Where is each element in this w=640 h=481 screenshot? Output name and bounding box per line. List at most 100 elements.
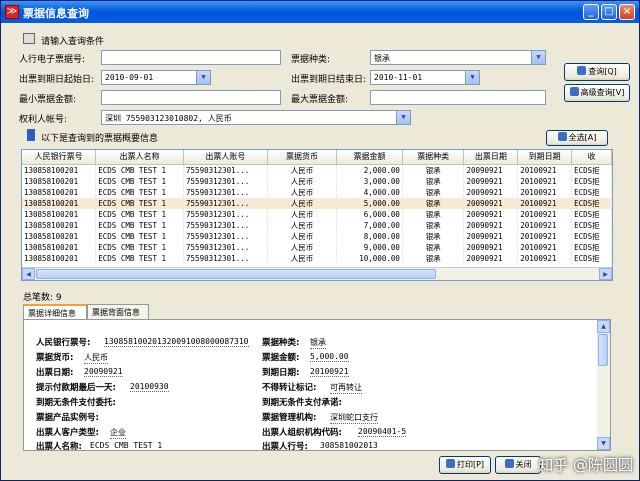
col-header[interactable]: 票据金额 [336,150,403,165]
prompt-date-label: 提示付款期最后一天: [36,383,116,393]
drawer-name-value: ECDS CMB TEST 1 [90,441,163,450]
col-header[interactable]: 出票人账号 [183,150,268,165]
vertical-scrollbar[interactable]: ▲ ▼ [597,320,610,450]
table-row[interactable]: 130858100201 ECDS CMB TEST 1 75590312301..… [22,208,612,220]
table-cell: 银承 [402,230,465,242]
table-cell: ECDS拒 [571,252,612,264]
drawer-bank-value: 308581002013 [320,441,378,450]
table-cell: 人民币 [267,164,338,176]
issue-start-label: 出票到期日起始日: [19,75,95,85]
col-header[interactable]: 出票人名称 [95,150,185,165]
table-cell: 20090921 [463,241,519,253]
table-cell: 人民币 [267,208,338,220]
query-button[interactable]: 查询[Q] [564,63,630,81]
table-cell: 银承 [402,186,465,198]
col-header[interactable]: 收 [571,150,612,165]
table-row[interactable]: 130858100201 ECDS CMB TEST 1 75590312301..… [22,175,612,187]
select-all-button[interactable]: 全选[A] [546,130,608,146]
table-row[interactable]: 130858100201 ECDS CMB TEST 1 75590312301..… [22,219,612,231]
unconditional-promise-label: 到期无条件支付承诺: [262,398,342,408]
query-button-label: 查询[Q] [588,67,617,76]
table-cell: ECDS拒 [571,197,612,209]
table-cell: 9,000.00 [336,241,403,253]
table-cell: 4,000.00 [336,186,403,198]
min-amount-input[interactable] [101,90,281,105]
table-cell: 20090921 [463,230,519,242]
detail-bill-type-label: 票据种类: [262,338,300,348]
table-cell: 75590312301... [183,208,268,220]
chevron-down-icon[interactable]: ▼ [396,111,410,124]
print-button[interactable]: 打印[P] [439,456,491,474]
table-cell: 人民币 [267,241,338,253]
table-cell: 人民币 [267,175,338,187]
table-row[interactable]: 130858100201 ECDS CMB TEST 1 75590312301..… [22,186,612,198]
table-cell: 银承 [402,164,465,176]
scroll-thumb[interactable] [36,269,436,279]
table-cell: 20100921 [517,208,573,220]
table-cell: 130858100201 [22,252,97,264]
currency-label: 票据货币: [36,353,74,363]
max-amount-input[interactable] [370,90,546,105]
chevron-down-icon[interactable]: ▼ [196,71,210,84]
table-cell: 20090921 [463,219,519,231]
col-header[interactable]: 到期日期 [517,150,573,165]
table-header-row: 人民银行票号 出票人名称 出票人账号 票据货币 票据金额 票据种类 出票日期 到… [22,150,612,165]
table-cell: ECDS CMB TEST 1 [95,241,185,253]
bill-no-input[interactable] [101,50,281,65]
bank-bill-no-value: 130858100201320091008000087310 [104,337,249,347]
table-row[interactable]: 130858100201 ECDS CMB TEST 1 75590312301..… [22,230,612,242]
table-cell: 银承 [402,175,465,187]
table-row[interactable]: 130858100201 ECDS CMB TEST 1 75590312301..… [22,252,612,264]
table-cell: 20090921 [463,197,519,209]
table-cell: 20100921 [517,164,573,176]
results-table: 人民银行票号 出票人名称 出票人账号 票据货币 票据金额 票据种类 出票日期 到… [21,149,613,281]
table-cell: 人民币 [267,197,338,209]
scroll-up-icon[interactable]: ▲ [597,320,610,333]
table-cell: 2,000.00 [336,164,403,176]
due-end-date[interactable]: 2010-11-01 ▼ [370,70,480,85]
search-icon [577,66,587,75]
horizontal-scrollbar[interactable]: ◀ ▶ [22,267,612,280]
scroll-right-icon[interactable]: ▶ [599,268,612,280]
chevron-down-icon[interactable]: ▼ [531,51,545,64]
bill-type-select[interactable]: 银承 ▼ [370,50,546,65]
close-button[interactable]: 关闭 [495,456,541,474]
table-cell: 银承 [402,208,465,220]
chevron-down-icon[interactable]: ▼ [465,71,479,84]
table-cell: ECDS拒 [571,208,612,220]
due-date-value: 20100921 [310,367,349,377]
table-cell: 75590312301... [183,186,268,198]
table-cell: 75590312301... [183,197,268,209]
tab-back-info[interactable]: 票据背面信息 [87,304,149,319]
scroll-thumb[interactable] [598,334,608,366]
col-header[interactable]: 人民银行票号 [22,150,97,165]
table-cell: 10,000.00 [336,252,403,264]
tab-detail-info[interactable]: 票据详细信息 [23,304,87,320]
table-cell: 130858100201 [22,186,97,198]
account-select[interactable]: 深圳 755903123010802, 人民币 ▼ [101,110,411,125]
table-row[interactable]: 130858100201 ECDS CMB TEST 1 75590312301..… [22,241,612,253]
minimize-button[interactable]: _ [583,4,599,20]
table-cell: 75590312301... [183,230,268,242]
scroll-left-icon[interactable]: ◀ [22,268,35,280]
total-count: 总笔数: 9 [23,293,62,303]
checkbox-icon [557,132,567,141]
col-header[interactable]: 出票日期 [463,150,519,165]
issue-date-value: 20090921 [84,367,123,377]
table-cell: ECDS CMB TEST 1 [95,175,185,187]
col-header[interactable]: 票据货币 [267,150,338,165]
table-row[interactable]: 130858100201 ECDS CMB TEST 1 75590312301..… [22,197,612,209]
table-cell: ECDS拒 [571,219,612,231]
issue-start-date[interactable]: 2010-09-01 ▼ [101,70,211,85]
issue-start-value: 2010-09-01 [105,73,154,82]
drawer-bank-label: 出票人行号: [262,442,308,451]
close-window-button[interactable]: × [619,4,635,20]
advanced-query-button[interactable]: 高级查询[V] [564,84,630,102]
scroll-down-icon[interactable]: ▼ [597,437,610,450]
select-all-label: 全选[A] [568,133,597,142]
maximize-button[interactable]: □ [601,4,617,20]
no-transfer-value: 可再转让 [330,383,362,394]
table-cell: 75590312301... [183,252,268,264]
table-row[interactable]: 130858100201 ECDS CMB TEST 1 75590312301..… [22,164,612,176]
col-header[interactable]: 票据种类 [402,150,465,165]
